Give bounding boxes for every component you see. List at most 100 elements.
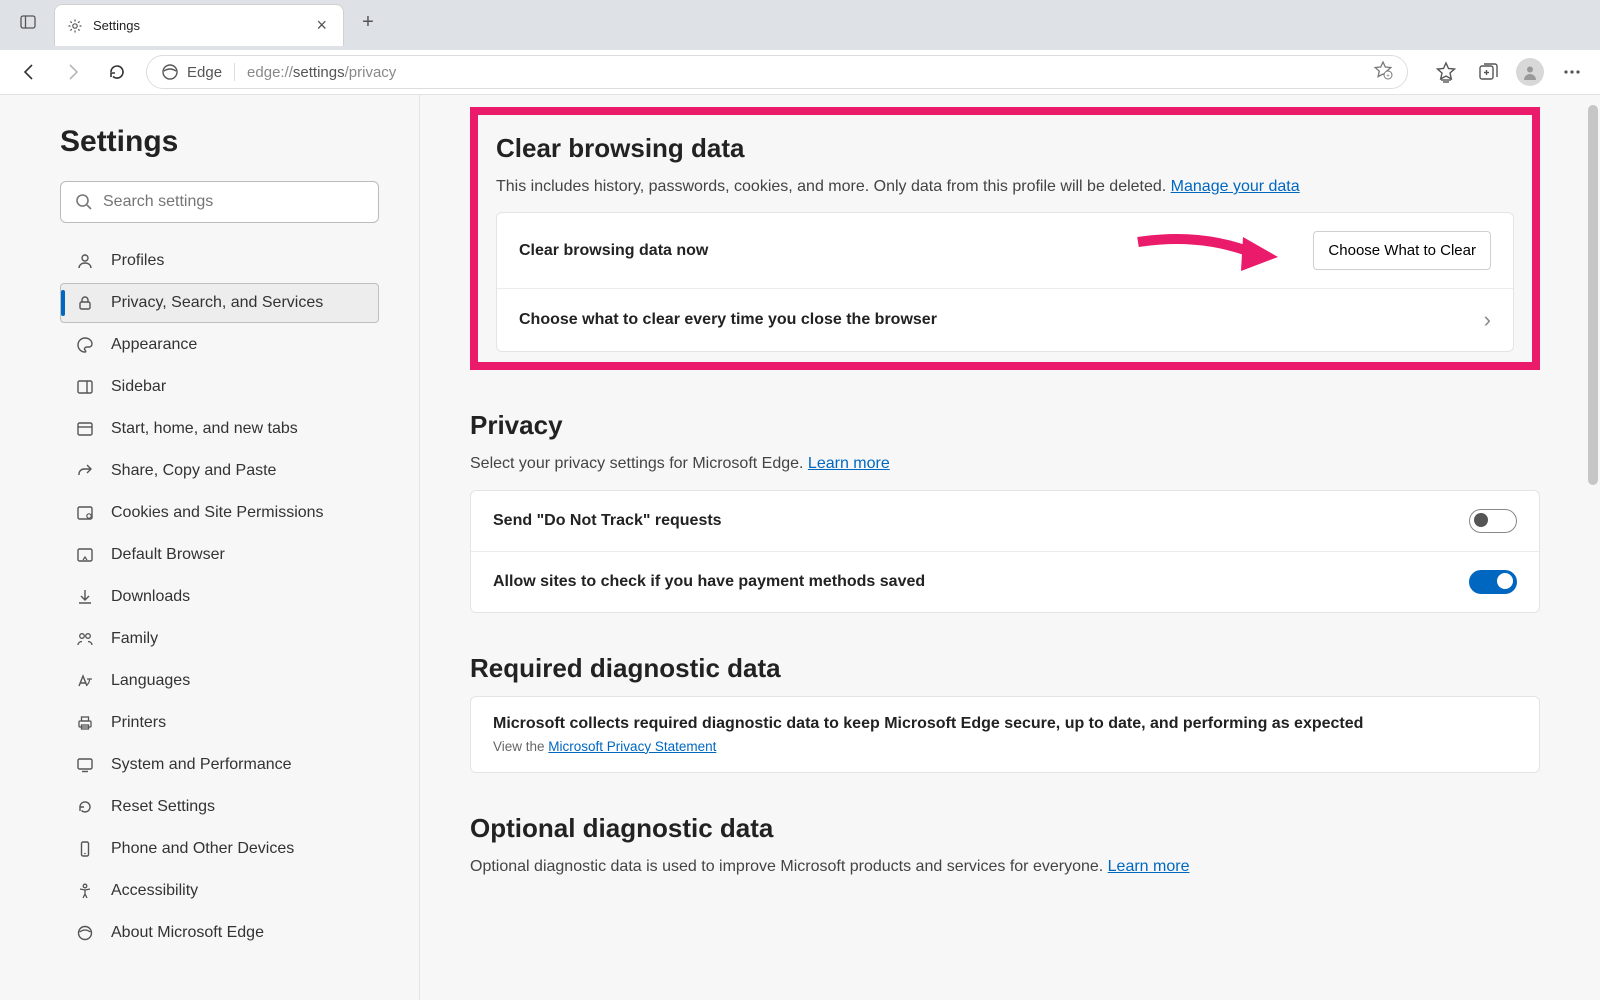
sidebar-item-system[interactable]: System and Performance <box>60 745 379 785</box>
privacy-learn-more-link[interactable]: Learn more <box>808 455 890 472</box>
system-icon <box>75 755 95 775</box>
privacy-card: Send "Do Not Track" requests Allow sites… <box>470 490 1540 613</box>
sidebar-item-label: Printers <box>111 714 166 732</box>
sidebar-item-cookies[interactable]: Cookies and Site Permissions <box>60 493 379 533</box>
section-title: Clear browsing data <box>496 133 1514 164</box>
page-title: Settings <box>60 125 379 159</box>
sidebar-item-label: Family <box>111 630 158 648</box>
site-identity[interactable]: Edge <box>161 63 235 81</box>
payment-methods-row: Allow sites to check if you have payment… <box>471 552 1539 612</box>
search-input[interactable] <box>103 193 364 211</box>
sidebar-item-phone[interactable]: Phone and Other Devices <box>60 829 379 869</box>
optional-learn-more-link[interactable]: Learn more <box>1108 858 1190 875</box>
clear-data-card: Clear browsing data now Choose What to C… <box>496 212 1514 352</box>
manage-your-data-link[interactable]: Manage your data <box>1171 178 1300 195</box>
edge-logo-icon <box>161 63 179 81</box>
url-text: edge://settings/privacy <box>247 64 1361 81</box>
optional-diagnostic-section: Optional diagnostic data Optional diagno… <box>470 813 1540 878</box>
required-diagnostic-card: Microsoft collects required diagnostic d… <box>470 696 1540 773</box>
clear-on-close-row[interactable]: Choose what to clear every time you clos… <box>497 289 1513 351</box>
sidebar-item-accessibility[interactable]: Accessibility <box>60 871 379 911</box>
new-tab-button[interactable]: + <box>352 7 384 39</box>
payment-check-toggle[interactable] <box>1469 570 1517 594</box>
sidebar-item-label: Share, Copy and Paste <box>111 462 276 480</box>
privacy-section: Privacy Select your privacy settings for… <box>470 410 1540 612</box>
panel-collapse-icon <box>20 14 36 30</box>
do-not-track-toggle[interactable] <box>1469 509 1517 533</box>
choose-what-to-clear-button[interactable]: Choose What to Clear <box>1313 231 1491 270</box>
sidebar-item-printers[interactable]: Printers <box>60 703 379 743</box>
section-title: Privacy <box>470 410 1540 441</box>
sidebar-item-downloads[interactable]: Downloads <box>60 577 379 617</box>
annotation-arrow <box>1133 227 1293 292</box>
clear-data-now-row: Clear browsing data now Choose What to C… <box>497 213 1513 289</box>
sidebar-item-about[interactable]: About Microsoft Edge <box>60 913 379 953</box>
family-icon <box>75 629 95 649</box>
row-label: Send "Do Not Track" requests <box>493 512 722 530</box>
sidebar-item-appearance[interactable]: Appearance <box>60 325 379 365</box>
palette-icon <box>75 335 95 355</box>
row-subtext: View the Microsoft Privacy Statement <box>493 739 1517 754</box>
search-settings-box[interactable] <box>60 181 379 223</box>
settings-nav: Profiles Privacy, Search, and Services A… <box>60 241 379 953</box>
do-not-track-row: Send "Do Not Track" requests <box>471 491 1539 552</box>
section-description: This includes history, passwords, cookie… <box>496 176 1514 198</box>
chevron-right-icon: › <box>1484 307 1491 333</box>
sidebar-item-label: Profiles <box>111 252 164 270</box>
reset-icon <box>75 797 95 817</box>
row-label: Choose what to clear every time you clos… <box>519 311 937 329</box>
browser-icon <box>75 545 95 565</box>
titlebar: Settings × + <box>0 0 1600 50</box>
row-label: Microsoft collects required diagnostic d… <box>493 715 1517 733</box>
tab-actions-button[interactable] <box>10 4 46 40</box>
panel-icon <box>75 377 95 397</box>
section-description: Optional diagnostic data is used to impr… <box>470 856 1540 878</box>
back-button[interactable] <box>14 57 44 87</box>
sidebar-item-sidebar[interactable]: Sidebar <box>60 367 379 407</box>
tab-settings[interactable]: Settings × <box>54 4 344 46</box>
user-icon <box>75 251 95 271</box>
more-menu-button[interactable] <box>1558 58 1586 86</box>
sidebar-item-label: System and Performance <box>111 756 292 774</box>
sidebar-item-reset[interactable]: Reset Settings <box>60 787 379 827</box>
cookie-icon <box>75 503 95 523</box>
content-area: Settings Profiles Privacy, Search, and S… <box>0 95 1600 1000</box>
sidebar-item-start[interactable]: Start, home, and new tabs <box>60 409 379 449</box>
sidebar-item-label: Cookies and Site Permissions <box>111 504 324 522</box>
toolbar-actions <box>1432 58 1586 86</box>
sidebar-item-label: About Microsoft Edge <box>111 924 264 942</box>
tab-strip: Settings × + <box>10 0 384 50</box>
profile-button[interactable] <box>1516 58 1544 86</box>
scrollbar-thumb[interactable] <box>1588 105 1598 485</box>
sidebar-item-profiles[interactable]: Profiles <box>60 241 379 281</box>
main-panel: Clear browsing data This includes histor… <box>420 95 1600 1000</box>
sidebar-item-share[interactable]: Share, Copy and Paste <box>60 451 379 491</box>
sidebar-item-label: Privacy, Search, and Services <box>111 294 323 312</box>
favorites-button[interactable] <box>1432 58 1460 86</box>
search-icon <box>75 193 93 211</box>
sidebar-item-default-browser[interactable]: Default Browser <box>60 535 379 575</box>
privacy-statement-link[interactable]: Microsoft Privacy Statement <box>548 739 716 754</box>
required-diagnostic-row: Microsoft collects required diagnostic d… <box>471 697 1539 772</box>
sidebar-item-label: Sidebar <box>111 378 166 396</box>
section-title: Required diagnostic data <box>470 653 1540 684</box>
sidebar-item-label: Start, home, and new tabs <box>111 420 298 438</box>
sidebar-item-privacy[interactable]: Privacy, Search, and Services <box>60 283 379 323</box>
tab-close-button[interactable]: × <box>312 15 331 36</box>
refresh-button[interactable] <box>102 57 132 87</box>
forward-button[interactable] <box>58 57 88 87</box>
sidebar-item-languages[interactable]: Languages <box>60 661 379 701</box>
sidebar-item-label: Appearance <box>111 336 197 354</box>
sidebar-item-family[interactable]: Family <box>60 619 379 659</box>
favorite-star-icon[interactable]: + <box>1373 60 1393 84</box>
section-description: Select your privacy settings for Microso… <box>470 453 1540 475</box>
tab-title: Settings <box>93 18 302 33</box>
svg-text:+: + <box>1386 74 1390 80</box>
collections-button[interactable] <box>1474 58 1502 86</box>
gear-icon <box>67 18 83 34</box>
sidebar-item-label: Phone and Other Devices <box>111 840 294 858</box>
row-label: Allow sites to check if you have payment… <box>493 573 925 591</box>
accessibility-icon <box>75 881 95 901</box>
address-bar[interactable]: Edge edge://settings/privacy + <box>146 55 1408 89</box>
row-label: Clear browsing data now <box>519 242 708 260</box>
